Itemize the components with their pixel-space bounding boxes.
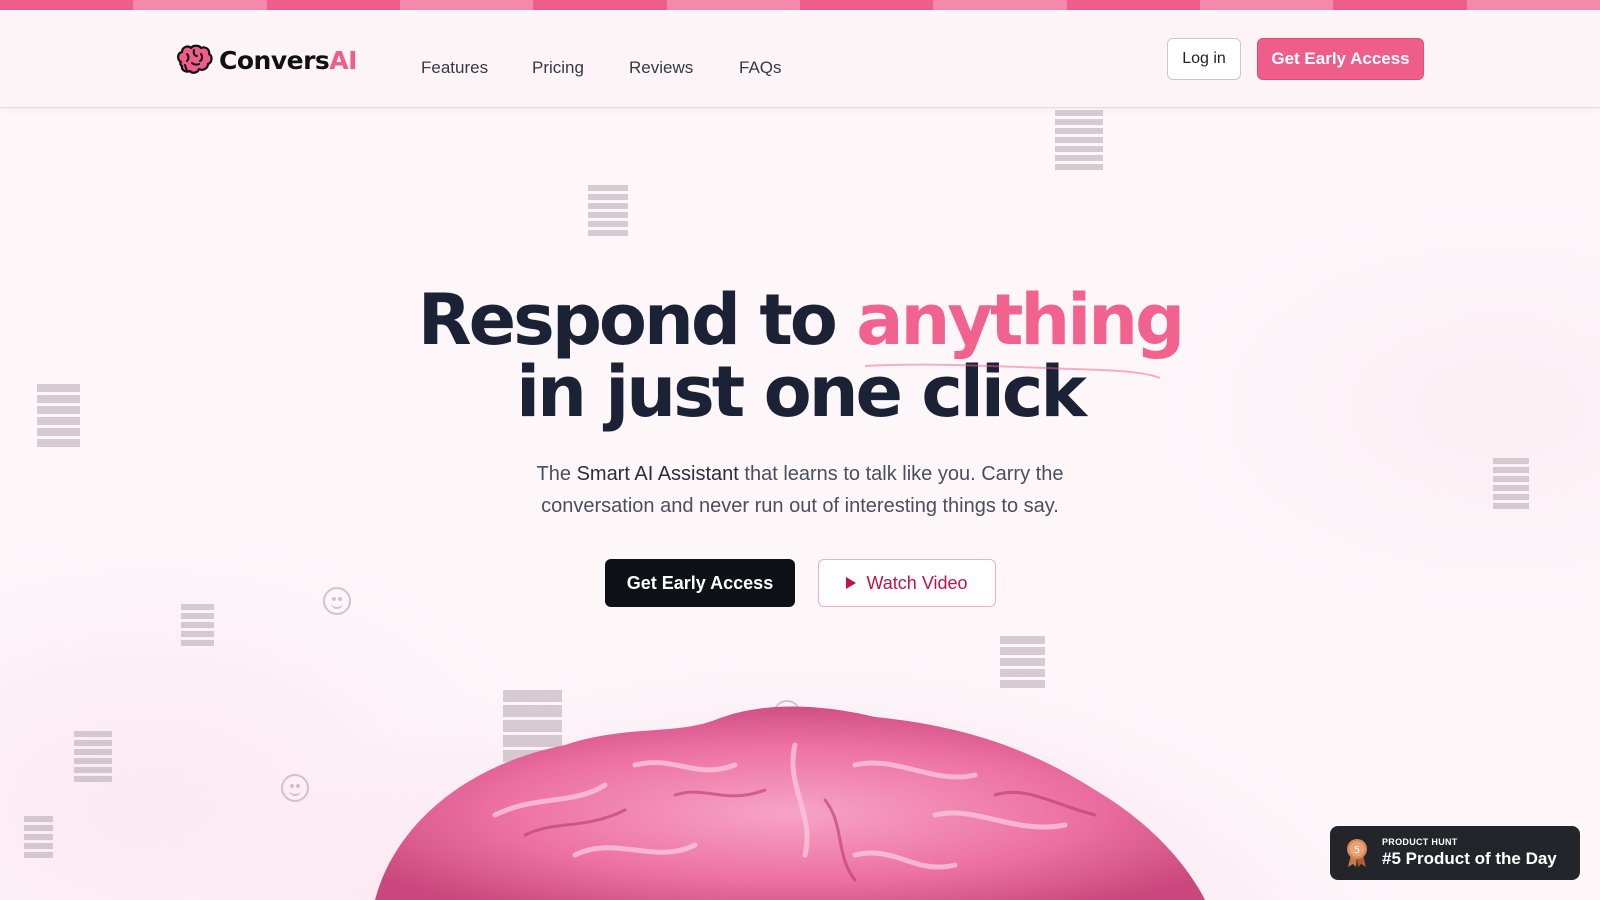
headline-highlight: anything bbox=[856, 279, 1185, 361]
hero-headline: Respond to anything in just one click bbox=[417, 279, 1185, 433]
decorative-chat-bubble bbox=[1493, 458, 1529, 509]
decorative-chat-bubble bbox=[181, 604, 214, 646]
brain-illustration bbox=[375, 706, 1205, 900]
top-stripe bbox=[0, 0, 1600, 10]
product-hunt-badge[interactable]: 5 PRODUCT HUNT #5 Product of the Day bbox=[1330, 826, 1580, 880]
nav-link-faqs[interactable]: FAQs bbox=[739, 58, 782, 78]
decorative-chat-bubble bbox=[74, 731, 112, 782]
nav-get-early-access-button[interactable]: Get Early Access bbox=[1257, 38, 1424, 80]
brand-name: ConversAI bbox=[219, 45, 357, 75]
medal-icon: 5 bbox=[1347, 839, 1367, 867]
decorative-chat-bubble bbox=[1055, 110, 1103, 170]
product-hunt-rank: #5 Product of the Day bbox=[1382, 849, 1557, 868]
nav-link-pricing[interactable]: Pricing bbox=[532, 58, 584, 78]
svg-text:5: 5 bbox=[1354, 845, 1360, 856]
emoji-icon bbox=[323, 587, 351, 615]
watch-video-button[interactable]: Watch Video bbox=[818, 559, 996, 607]
login-button[interactable]: Log in bbox=[1167, 38, 1241, 80]
watch-video-label: Watch Video bbox=[866, 572, 968, 593]
emoji-icon bbox=[281, 774, 309, 802]
play-icon bbox=[846, 577, 857, 589]
brain-logo-icon bbox=[177, 44, 213, 74]
brand-logo[interactable]: ConversAI bbox=[175, 40, 357, 80]
decorative-chat-bubble bbox=[588, 185, 628, 236]
nav-link-reviews[interactable]: Reviews bbox=[629, 58, 693, 78]
product-hunt-text: PRODUCT HUNT #5 Product of the Day bbox=[1382, 837, 1557, 869]
headline-underline-swoosh bbox=[864, 363, 1161, 379]
hero-get-early-access-button[interactable]: Get Early Access bbox=[605, 559, 795, 607]
product-hunt-label: PRODUCT HUNT bbox=[1382, 837, 1458, 847]
hero-subtitle: The Smart AI Assistant that learns to ta… bbox=[536, 463, 1064, 517]
nav-link-features[interactable]: Features bbox=[421, 58, 488, 78]
decorative-chat-bubble bbox=[1000, 636, 1045, 688]
decorative-chat-bubble bbox=[24, 816, 53, 858]
navbar: ConversAI Features Pricing Reviews FAQs … bbox=[0, 10, 1600, 108]
